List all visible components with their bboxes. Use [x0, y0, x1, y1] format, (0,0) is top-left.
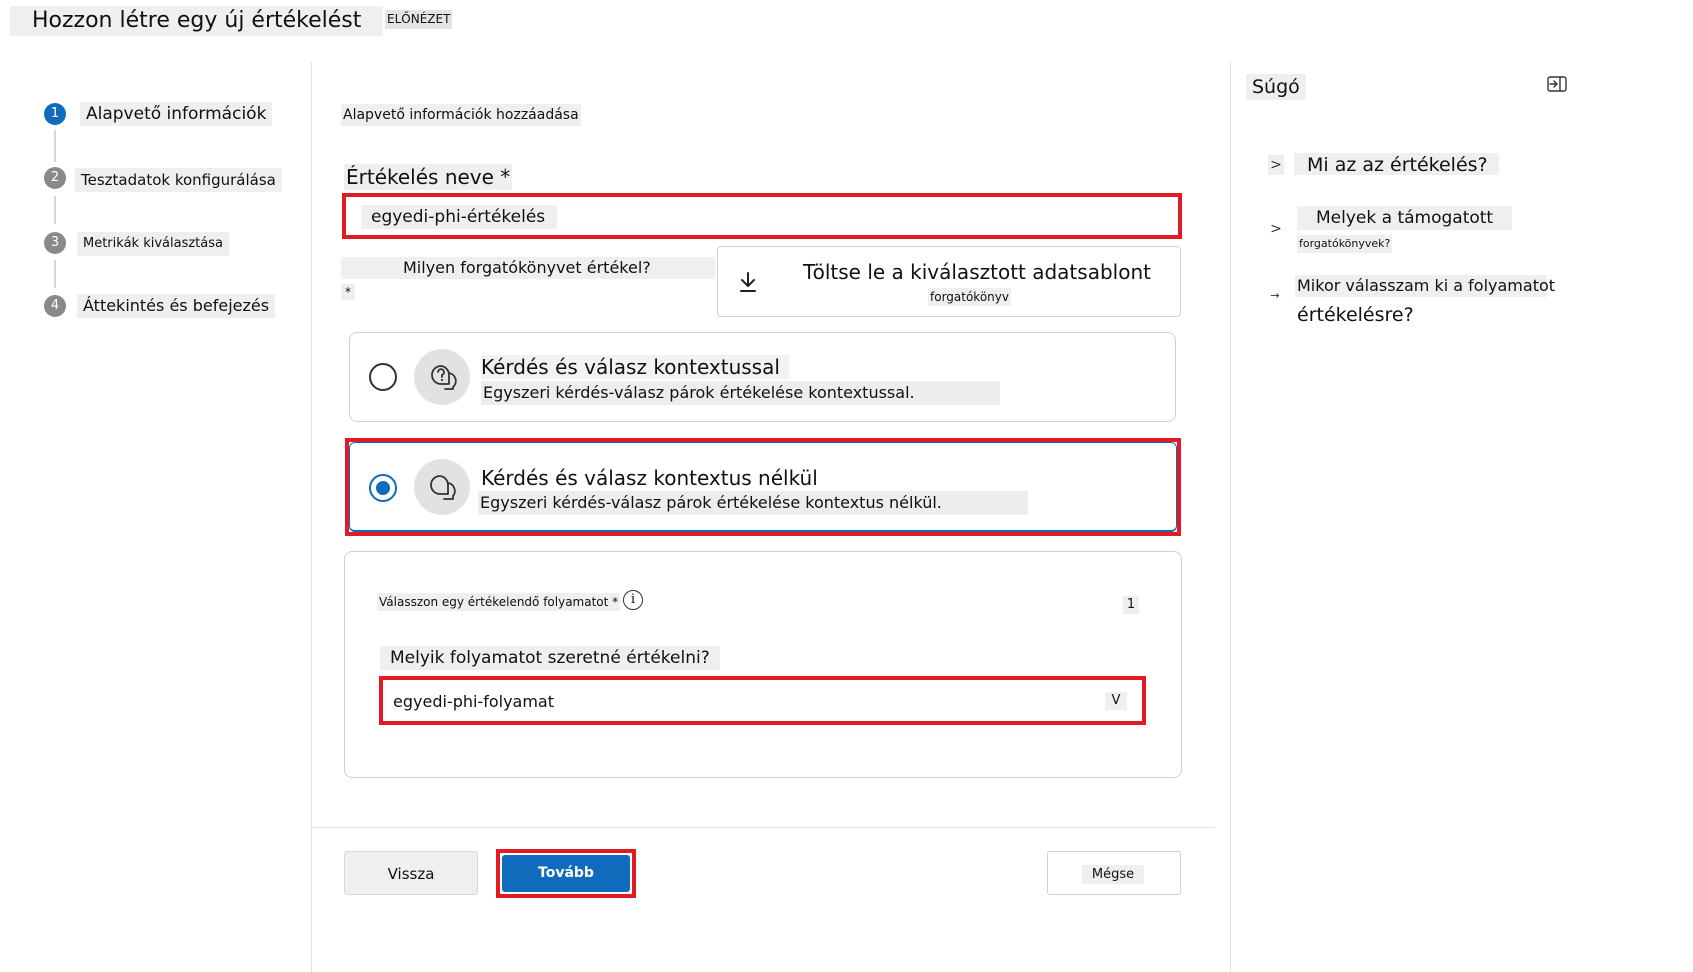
qa-context-icon [414, 349, 470, 405]
cancel-button-label: Mégse [1082, 865, 1144, 884]
right-divider [1230, 62, 1231, 972]
name-label: Értékelés neve * [344, 164, 513, 190]
next-button[interactable]: Tovább [502, 855, 630, 892]
help-item-text[interactable]: Mi az az értékelés? [1307, 152, 1488, 178]
flow-label: Válasszon egy értékelendő folyamatot * [377, 593, 621, 611]
step-1-number: 1 [44, 103, 66, 125]
help-item-text-line2[interactable]: értékelésre? [1297, 302, 1414, 328]
option-no-context-desc: Egyszeri kérdés-válasz párok értékelése … [480, 493, 942, 512]
section-title: Alapvető információk hozzáadása [341, 104, 581, 126]
next-button-highlight: Tovább [496, 849, 636, 898]
required-marker: * [341, 284, 355, 300]
scenario-option-context[interactable]: Kérdés és válasz kontextussal Egyszeri k… [349, 332, 1176, 422]
step-4-number: 4 [44, 295, 66, 317]
flow-question: Melyik folyamatot szeretné értékelni? [380, 646, 720, 670]
scenario-option-no-context[interactable]: Kérdés és válasz kontextus nélkül Egysze… [349, 442, 1177, 532]
flow-card: Válasszon egy értékelendő folyamatot * i… [344, 551, 1182, 778]
step-3-label[interactable]: Metrikák kiválasztása [77, 232, 229, 256]
chevron-right-icon[interactable]: > [1268, 155, 1284, 175]
download-subtitle: forgatókönyv [928, 288, 1011, 306]
option-context-title: Kérdés és válasz kontextussal [481, 355, 780, 379]
collapse-panel-icon[interactable] [1547, 76, 1567, 92]
flow-select-value: egyedi-phi-folyamat [393, 692, 555, 711]
back-button[interactable]: Vissza [344, 851, 478, 895]
step-connector [54, 196, 56, 224]
preview-badge: ELŐNÉZET [385, 10, 453, 29]
cancel-button[interactable]: Mégse [1047, 851, 1181, 895]
flow-select[interactable]: egyedi-phi-folyamat V [379, 676, 1146, 725]
flow-count: 1 [1123, 596, 1139, 614]
name-input-value: egyedi-phi-értékelés [361, 205, 558, 229]
step-3-number: 3 [44, 232, 66, 254]
step-1-label[interactable]: Alapvető információk [80, 102, 273, 126]
download-icon [740, 272, 756, 292]
help-title: Súgó [1246, 74, 1306, 100]
footer-divider [311, 827, 1215, 828]
chat-icon [414, 459, 470, 515]
step-2-label[interactable]: Tesztadatok konfigurálása [75, 168, 282, 192]
chevron-right-icon[interactable]: > [1268, 219, 1284, 239]
step-2-number: 2 [44, 167, 66, 189]
step-4-label[interactable]: Áttekintés és befejezés [77, 294, 276, 318]
help-item-text[interactable]: Melyek a támogatott [1316, 205, 1493, 231]
chevron-down-icon[interactable]: V [1105, 692, 1127, 710]
info-icon[interactable]: i [623, 590, 643, 610]
help-item-text[interactable]: Mikor válasszam ki a folyamatot [1297, 273, 1555, 299]
download-template-button[interactable]: Töltse le a kiválasztott adatsablont for… [717, 246, 1181, 317]
scenario-label-text: Milyen forgatókönyvet értékel? [403, 258, 651, 277]
arrow-right-icon[interactable]: → [1268, 286, 1282, 306]
option-no-context-title: Kérdés és válasz kontextus nélkül [481, 466, 818, 490]
step-connector [54, 130, 56, 162]
left-divider [311, 62, 312, 972]
scenario-label: Milyen forgatókönyvet értékel? [341, 257, 715, 279]
page-title: Hozzon létre egy új értékelést [10, 6, 384, 36]
radio-no-context[interactable] [369, 474, 397, 502]
help-item-subtext: forgatókönyvek? [1297, 235, 1393, 253]
step-connector [54, 260, 56, 288]
scenario-option-no-context-highlight: Kérdés és válasz kontextus nélkül Egysze… [345, 438, 1181, 536]
radio-context[interactable] [369, 363, 397, 391]
download-title: Töltse le a kiválasztott adatsablont [803, 260, 1151, 284]
option-context-desc: Egyszeri kérdés-válasz párok értékelése … [483, 383, 915, 402]
name-input[interactable]: egyedi-phi-értékelés [342, 193, 1182, 239]
